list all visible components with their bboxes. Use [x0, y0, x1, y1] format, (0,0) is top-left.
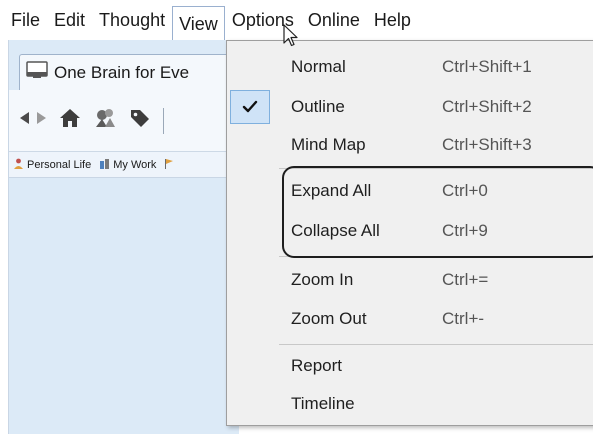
menu-item-label: Mind Map	[291, 135, 366, 154]
menu-item-label: Outline	[291, 97, 345, 116]
menu-separator	[279, 344, 593, 345]
menu-item-label: Zoom In	[291, 270, 354, 289]
menu-item-outline[interactable]: Outline Ctrl+Shift+2	[227, 87, 593, 127]
menu-view[interactable]: View	[172, 6, 225, 40]
menu-item-zoom-in[interactable]: Zoom In Ctrl+=	[227, 260, 593, 300]
menu-item-shortcut: Ctrl+Shift+3	[442, 135, 532, 154]
mouse-cursor-icon	[283, 24, 299, 53]
brain-window-icon	[26, 61, 48, 84]
menu-online[interactable]: Online	[301, 5, 367, 35]
brain-tab[interactable]: One Brain for Eve	[19, 54, 249, 90]
back-forward-button[interactable]	[19, 110, 47, 131]
pins-icon	[93, 107, 117, 134]
checkmark-icon	[230, 90, 270, 124]
app-window: One Brain for Eve Personal Life My Work	[8, 40, 249, 434]
person-icon	[13, 158, 24, 172]
menu-file[interactable]: File	[4, 5, 47, 35]
menu-item-mind-map[interactable]: Mind Map Ctrl+Shift+3	[227, 125, 593, 165]
menu-item-report[interactable]: Report	[227, 346, 593, 386]
home-icon	[59, 108, 81, 133]
menu-item-normal[interactable]: Normal Ctrl+Shift+1	[227, 47, 593, 87]
favorite-label: Personal Life	[27, 158, 92, 171]
menu-item-shortcut: Ctrl+Shift+2	[442, 97, 532, 116]
building-icon	[99, 158, 110, 172]
home-button[interactable]	[59, 108, 81, 133]
favorite-personal-life[interactable]: Personal Life	[13, 158, 91, 172]
favorites-bar: Personal Life My Work	[9, 152, 239, 178]
pins-button[interactable]	[93, 107, 117, 134]
tag-icon	[129, 108, 151, 133]
favorite-flag[interactable]	[164, 158, 174, 172]
menu-help[interactable]: Help	[367, 5, 418, 35]
menu-item-label: Timeline	[291, 394, 355, 413]
menu-edit[interactable]: Edit	[47, 5, 92, 35]
menu-item-label: Normal	[291, 57, 346, 76]
menu-item-label: Zoom Out	[291, 309, 367, 328]
menu-item-label: Report	[291, 356, 343, 375]
menu-item-zoom-out[interactable]: Zoom Out Ctrl+-	[227, 299, 593, 339]
menu-item-shortcut: Ctrl+=	[442, 270, 489, 289]
tags-button[interactable]	[129, 108, 151, 133]
favorite-my-work[interactable]: My Work	[99, 158, 156, 172]
flag-icon	[164, 158, 174, 172]
menu-thought[interactable]: Thought	[92, 5, 172, 35]
menu-item-shortcut: Ctrl+-	[442, 309, 485, 328]
toolbar-divider	[163, 107, 164, 134]
menu-item-timeline[interactable]: Timeline	[227, 384, 593, 424]
back-forward-icon	[19, 110, 47, 131]
annotation-highlight	[282, 166, 593, 258]
favorite-label: My Work	[113, 158, 157, 171]
navigation-toolbar	[9, 90, 239, 152]
tab-strip: One Brain for Eve	[9, 40, 249, 90]
menu-item-shortcut: Ctrl+Shift+1	[442, 57, 532, 76]
tab-label: One Brain for Eve	[54, 62, 190, 82]
